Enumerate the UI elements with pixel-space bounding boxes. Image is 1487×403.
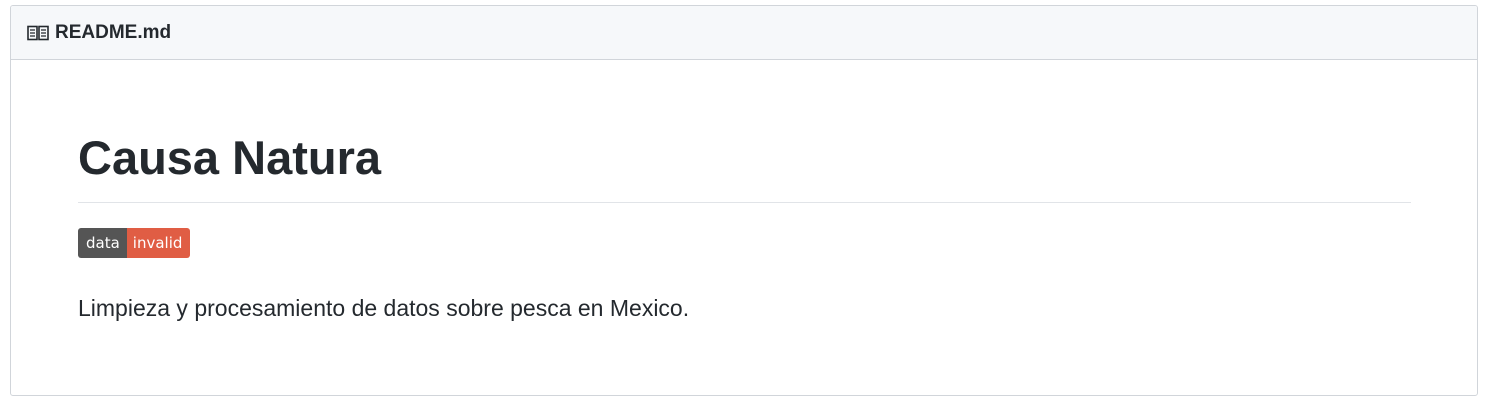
- data-status-badge[interactable]: data invalid: [78, 228, 191, 258]
- readme-header: README.md: [11, 6, 1477, 60]
- readme-body: Causa Natura data invalid Limpieza y pro…: [11, 132, 1477, 323]
- book-icon: [27, 25, 49, 41]
- readme-panel: README.md Causa Natura data invalid Limp…: [10, 5, 1478, 396]
- badge-status: invalid: [126, 228, 191, 258]
- page-title: Causa Natura: [78, 132, 1411, 203]
- description-text: Limpieza y procesamiento de datos sobre …: [78, 295, 690, 321]
- badge-label: data: [78, 228, 127, 258]
- file-name[interactable]: README.md: [55, 22, 171, 44]
